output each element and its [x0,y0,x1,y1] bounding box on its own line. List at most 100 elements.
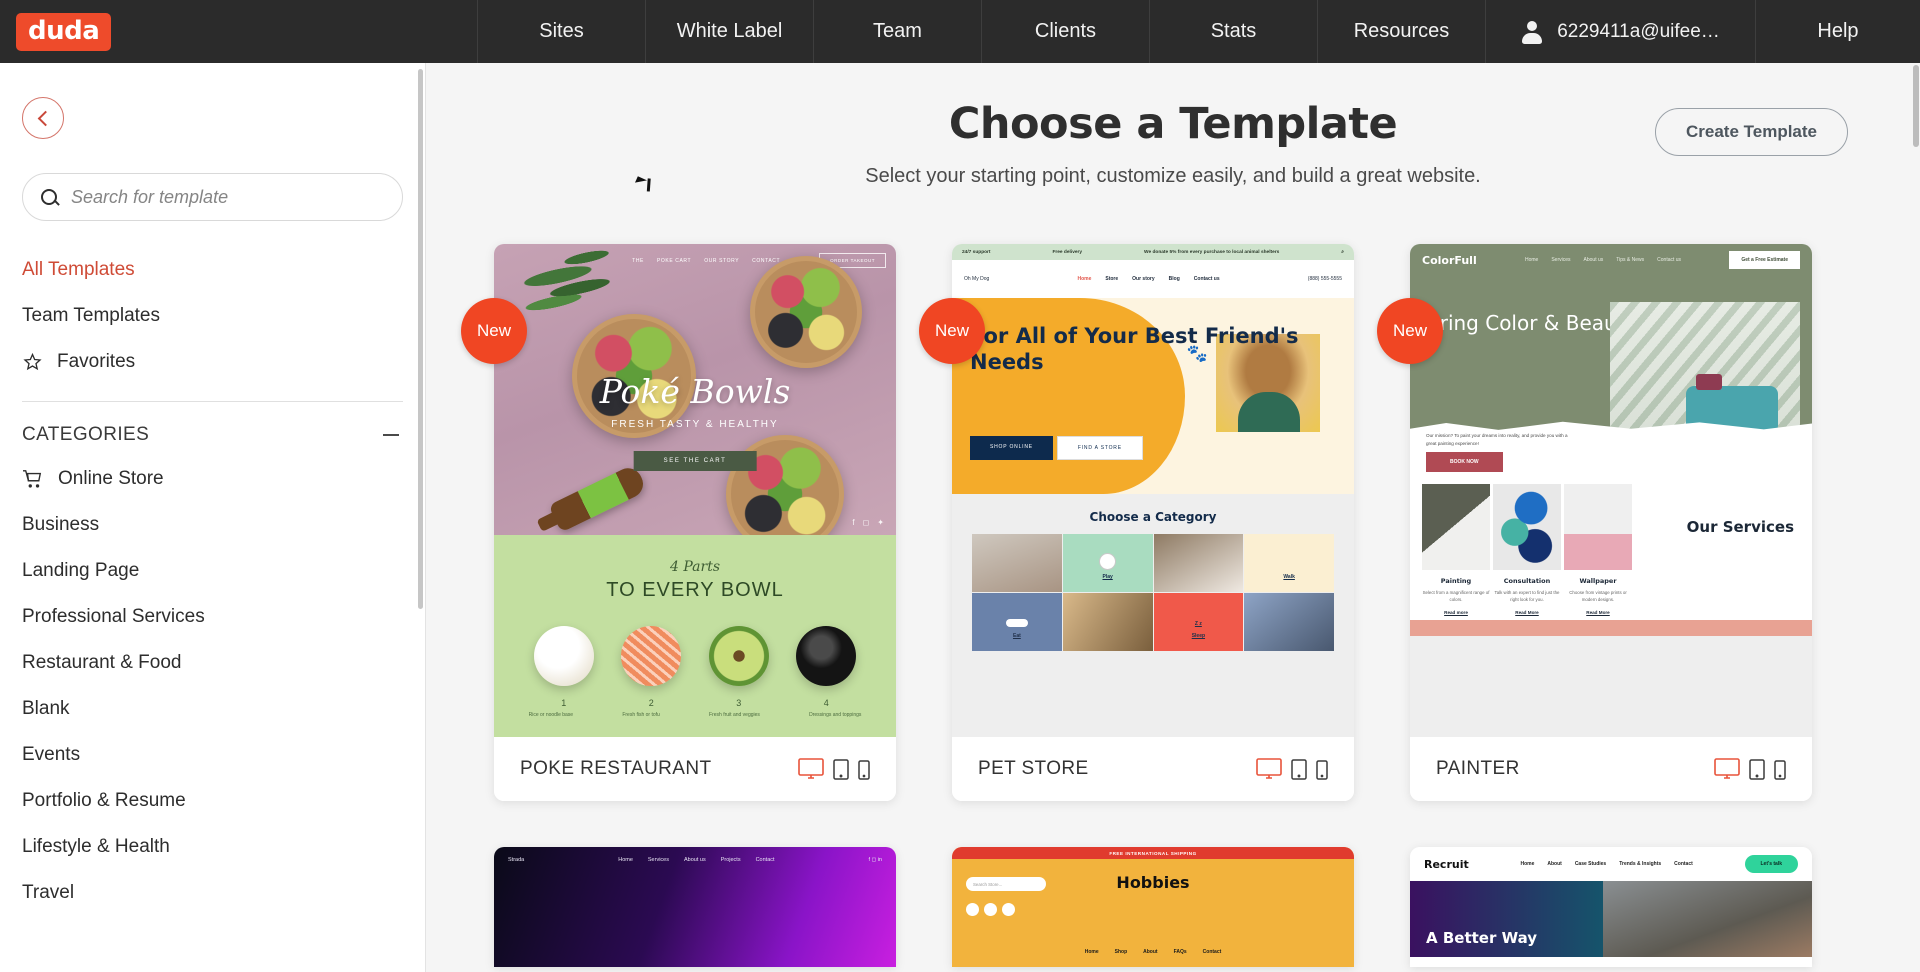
desktop-icon[interactable] [1256,758,1282,780]
poke-bowl-photo [750,256,862,368]
poke-steps-section: 4 Parts TO EVERY BOWL 1 2 3 4 Rice or no… [494,534,896,737]
sidebar-item-portfolio-resume[interactable]: Portfolio & Resume [0,778,425,824]
painter-service-column: Consultation Talk with an expert to find… [1493,484,1561,636]
recruit-nav-links: Home About Case Studies Trends & Insight… [1520,861,1692,867]
brand-cell: duda [0,0,477,63]
pet-grid-photo [1153,534,1244,592]
main-scrollbar[interactable] [1913,63,1919,972]
hobbies-nav-item: Shop [1114,949,1128,955]
instagram-icon: ◻ [862,517,870,527]
tablet-icon[interactable] [1749,759,1765,780]
template-card-poke-restaurant[interactable]: New THE POKE CART OUR STORY CONTACT ORDE… [461,244,896,801]
duda-logo[interactable]: duda [16,12,112,51]
hobbies-search-box: Search Store... [966,877,1046,891]
desktop-icon[interactable] [1714,758,1740,780]
template-card-pet-store[interactable]: New 24/7 support Free delivery We donate… [919,244,1354,801]
categories-header[interactable]: CATEGORIES [0,410,425,456]
search-icon [41,188,58,206]
poke-nav-item: CONTACT [752,257,781,264]
sidebar-item-favorites[interactable]: Favorites [0,339,425,385]
nav-item-clients[interactable]: Clients [981,0,1149,63]
mobile-icon[interactable] [1774,760,1786,780]
sidebar-item-business[interactable]: Business [0,502,425,548]
template-name: POKE RESTAURANT [520,758,712,779]
create-template-button[interactable]: Create Template [1654,108,1848,156]
sidebar-item-online-store[interactable]: Online Store [0,456,425,502]
recruit-logo: Recruit [1424,857,1469,871]
hobbies-logo: Hobbies [1116,873,1190,892]
painter-services-section: Painting Select from a magnificent range… [1410,474,1812,636]
nav-item-team[interactable]: Team [813,0,981,63]
sidebar-item-all-templates[interactable]: All Templates [0,247,425,293]
template-card-hobbies[interactable]: FREE INTERNATIONAL SHIPPING Search Store… [952,847,1354,967]
nav-item-stats[interactable]: Stats [1149,0,1317,63]
zzz-icon: Z z [1194,621,1202,627]
back-button[interactable] [22,97,64,139]
categories-title: CATEGORIES [22,424,150,445]
painter-estimate-button: Get a Free Estimate [1729,251,1800,269]
sidebar-item-restaurant-food[interactable]: Restaurant & Food [0,640,425,686]
painter-nav-item: Tips & News [1616,257,1645,263]
sidebar-item-travel[interactable]: Travel [0,870,425,916]
painter-nav-item: Home [1524,257,1539,263]
pet-grid-label: Eat [1012,633,1021,639]
sidebar-item-landing-page[interactable]: Landing Page [0,548,425,594]
sidebar-item-label: Business [22,514,100,535]
device-icons [798,758,870,780]
salmon-photo [621,625,682,686]
service-title: Consultation [1503,577,1551,585]
sidebar-scrollbar[interactable] [418,63,423,972]
recruit-nav-item: Case Studies [1574,861,1607,867]
template-card-strada[interactable]: Strada Home Services About us Projects C… [494,847,896,967]
main-header: Choose a Template Select your starting p… [426,63,1920,188]
hobbies-nav-item: About [1143,949,1158,955]
pet-hero-buttons: SHOP ONLINE FIND A STORE [970,436,1143,460]
sidebar-item-team-templates[interactable]: Team Templates [0,293,425,339]
template-card-painter[interactable]: New ColorFull Home Services About us Tip… [1377,244,1812,801]
pet-grid-label: Play [1102,574,1113,580]
search-input[interactable] [71,186,384,208]
service-title: Painting [1440,577,1472,585]
mobile-icon[interactable] [858,760,870,780]
template-card-recruit[interactable]: Recruit Home About Case Studies Trends &… [1410,847,1812,967]
bottle-photo [548,463,648,533]
sidebar-item-professional-services[interactable]: Professional Services [0,594,425,640]
user-icon [1521,20,1543,44]
painting-photo [1422,484,1490,570]
poke-nav-item: THE [632,257,644,264]
painter-footer-strip [1410,620,1812,636]
sidebar-item-label: Restaurant & Food [22,652,182,673]
main-scrollbar-thumb[interactable] [1913,65,1919,147]
nav-item-sites[interactable]: Sites [477,0,645,63]
strada-nav-links: Home Services About us Projects Contact [618,857,774,863]
nav-item-help[interactable]: Help [1755,0,1920,63]
search-box[interactable] [22,173,403,221]
painter-nav-item: About us [1583,257,1604,263]
mobile-icon[interactable] [1316,760,1328,780]
tablet-icon[interactable] [1291,759,1307,780]
ingredient-row [494,625,896,686]
painter-logo: ColorFull [1422,253,1477,267]
desktop-icon[interactable] [798,758,824,780]
account-menu[interactable]: 6229411a@uifee… [1485,0,1755,63]
painter-service-column: Painting Select from a magnificent range… [1422,484,1490,636]
template-card-footer: PAINTER [1410,737,1812,801]
sidebar-item-blank[interactable]: Blank [0,686,425,732]
nav-item-resources[interactable]: Resources [1317,0,1485,63]
sidebar-item-events[interactable]: Events [0,732,425,778]
pet-strip-delivery: Free delivery [1052,249,1083,255]
tablet-icon[interactable] [833,759,849,780]
sidebar-item-lifestyle-health[interactable]: Lifestyle & Health [0,824,425,870]
painter-preview-nav: ColorFull Home Services About us Tips & … [1410,244,1812,276]
pet-hero: For All of Your Best Friend's Needs SHOP… [952,298,1354,494]
step-number: 4 [823,697,829,708]
service-desc: Choose from vintage prints or modern des… [1569,590,1627,603]
nav-item-white-label[interactable]: White Label [645,0,813,63]
collapse-minus-icon[interactable] [383,434,399,436]
sidebar-item-label: Professional Services [22,606,205,627]
strada-preview-nav: Strada Home Services About us Projects C… [494,847,896,873]
sidebar-scrollbar-thumb[interactable] [418,69,423,609]
sidebar-item-label: Events [22,744,81,765]
painter-nav-item: Contact us [1657,257,1682,263]
step-number: 1 [561,697,567,708]
